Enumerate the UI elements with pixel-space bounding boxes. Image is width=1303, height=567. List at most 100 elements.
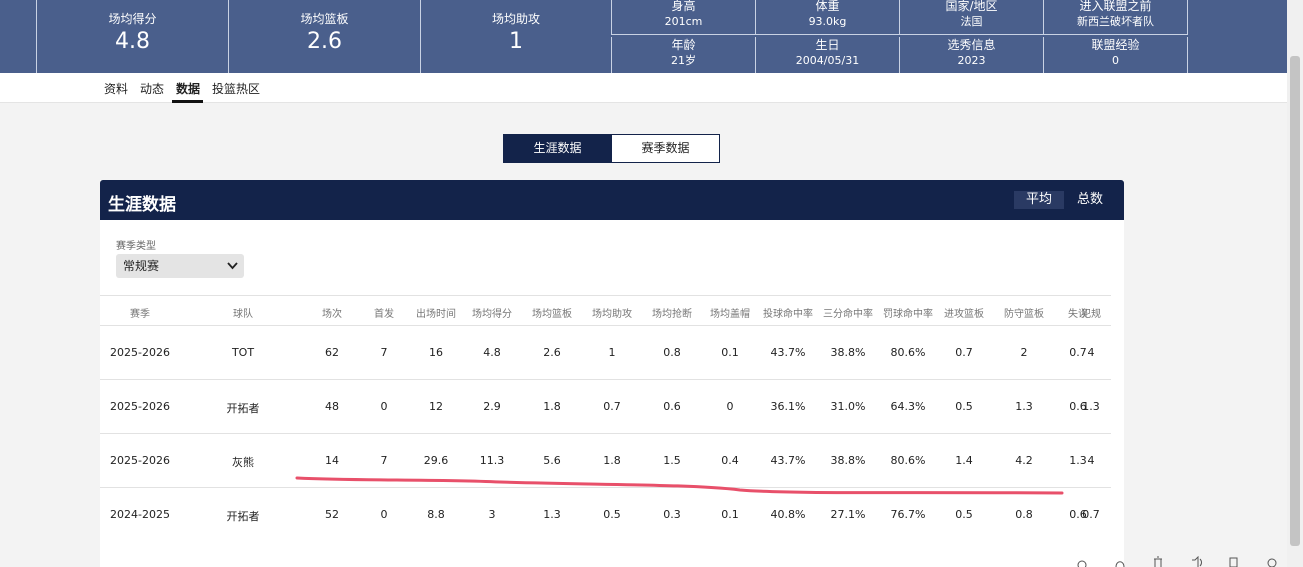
cell-points: 2.9 [483, 400, 501, 413]
cell-games: 52 [325, 508, 339, 521]
info-value: 新西兰破坏者队 [1077, 15, 1154, 28]
read-aloud-icon[interactable] [1190, 555, 1202, 567]
cell-rebounds: 2.6 [543, 346, 561, 359]
season-type-label: 赛季类型 [116, 241, 156, 252]
column-header-assists: 场均助攻 [592, 309, 632, 320]
stat-label: 场均篮板 [300, 12, 349, 26]
stat-label: 场均助攻 [491, 12, 540, 26]
stat-value: 1 [509, 29, 523, 54]
info-value: 0 [1112, 54, 1119, 67]
tab-shot-chart[interactable]: 投篮热区 [212, 80, 260, 97]
cell-starts: 7 [380, 454, 388, 467]
cell-off-reb: 0.5 [955, 400, 973, 413]
stat-value: 4.8 [115, 29, 150, 54]
floating-toolbar [1060, 555, 1287, 567]
info-pre-league: 进入联盟之前 新西兰破坏者队 [1043, 0, 1188, 34]
career-stats-panel: 生涯数据 平均 总数 赛季类型 常规赛 赛季 球队 场次 首发 出场时间 场均得分 场均篮板… [100, 180, 1124, 567]
cell-three-pct: 27.1% [830, 508, 866, 521]
info-age: 年龄 21岁 [611, 37, 755, 73]
panel-header: 生涯数据 平均 总数 [100, 180, 1124, 220]
info-value: 201cm [664, 15, 703, 28]
career-stats-table: 赛季 球队 场次 首发 出场时间 场均得分 场均篮板 场均助攻 场均抢断 场均盖帽 投球命中率 三分命… [100, 295, 1111, 541]
cell-fouls: 1.3 [1082, 400, 1100, 413]
cell-fg-pct: 36.1% [770, 400, 806, 413]
cell-blocks: 0.1 [721, 508, 739, 521]
cell-rebounds: 5.6 [543, 454, 561, 467]
cell-fouls: 0.7 [1082, 508, 1100, 521]
cell-def-reb: 2 [1020, 346, 1028, 359]
cell-team: 开拓者 [226, 402, 260, 415]
favorite-icon[interactable] [1114, 556, 1126, 567]
cell-three-pct: 38.8% [830, 346, 866, 359]
chevron-down-icon [227, 255, 238, 286]
info-value: 93.0kg [808, 15, 847, 28]
cell-season: 2024-2025 [110, 508, 170, 521]
tab-profile[interactable]: 资料 [104, 80, 128, 97]
column-header-fouls: 犯规 [1081, 309, 1101, 320]
column-header-off-reb: 进攻篮板 [944, 309, 984, 320]
table-header-row: 赛季 球队 场次 首发 出场时间 场均得分 场均篮板 场均助攻 场均抢断 场均盖帽 投球命中率 三分命… [100, 295, 1111, 325]
cell-starts: 7 [380, 346, 388, 359]
cell-assists: 0.7 [603, 400, 621, 413]
info-height: 身高 201cm [611, 0, 755, 34]
cell-points: 4.8 [483, 346, 501, 359]
column-header-three-pct: 三分命中率 [823, 309, 873, 320]
info-country: 国家/地区 法国 [899, 0, 1043, 34]
column-header-team: 球队 [233, 309, 253, 320]
tab-news[interactable]: 动态 [140, 80, 164, 97]
stat-rebounds: 场均篮板 2.6 [228, 0, 420, 73]
cell-points: 3 [488, 508, 496, 521]
info-draft: 选秀信息 2023 [899, 37, 1043, 73]
career-stats-toggle[interactable]: 生涯数据 [503, 134, 612, 163]
column-header-ft-pct: 罚球命中率 [883, 309, 933, 320]
table-body: 2025-2026 TOT 62 7 16 4.8 2.6 1 0.8 0.1 43.7% 38.8%… [100, 325, 1111, 541]
table-row: 2024-2025 开拓者 52 0 8.8 3 1.3 0.5 0.3 0.1 40.8% 27.1… [100, 487, 1111, 541]
info-label: 体重 [815, 0, 840, 13]
cell-def-reb: 4.2 [1015, 454, 1033, 467]
column-header-steals: 场均抢断 [652, 309, 692, 320]
column-header-games: 场次 [322, 309, 342, 320]
average-mode-button[interactable]: 平均 [1014, 191, 1064, 209]
info-weight: 体重 93.0kg [755, 0, 899, 34]
cell-turnovers: 1.3 [1069, 454, 1087, 467]
table-row: 2025-2026 灰熊 14 7 29.6 11.3 5.6 1.8 1.5 0.4 43.7% 3… [100, 433, 1111, 487]
info-birthday: 生日 2004/05/31 [755, 37, 899, 73]
cell-season: 2025-2026 [110, 400, 170, 413]
cell-fg-pct: 40.8% [770, 508, 806, 521]
cell-minutes: 8.8 [427, 508, 445, 521]
season-type-select[interactable]: 常规赛 [116, 254, 244, 278]
cell-games: 14 [325, 454, 339, 467]
stat-assists: 场均助攻 1 [420, 0, 611, 73]
column-header-minutes: 出场时间 [416, 309, 456, 320]
cell-ft-pct: 80.6% [890, 454, 926, 467]
cell-starts: 0 [380, 400, 388, 413]
delete-icon[interactable] [1152, 556, 1164, 567]
cell-turnovers: 0.7 [1069, 346, 1087, 359]
info-label: 进入联盟之前 [1079, 0, 1152, 13]
season-stats-toggle[interactable]: 赛季数据 [611, 134, 720, 163]
cell-season: 2025-2026 [110, 454, 170, 467]
cell-games: 62 [325, 346, 339, 359]
stat-points: 场均得分 4.8 [36, 0, 228, 73]
tab-stats[interactable]: 数据 [176, 80, 200, 97]
info-value: 21岁 [671, 54, 696, 67]
cell-fouls: 4 [1087, 346, 1095, 359]
page: 场均得分 4.8 场均篮板 2.6 场均助攻 1 身高 201cm 体重 93.… [0, 0, 1303, 567]
feedback-icon[interactable] [1266, 556, 1278, 567]
cell-blocks: 0.1 [721, 346, 739, 359]
cell-fouls: 4 [1087, 454, 1095, 467]
column-header-starts: 首发 [374, 309, 394, 320]
cell-ft-pct: 80.6% [890, 346, 926, 359]
cell-off-reb: 0.5 [955, 508, 973, 521]
stat-label: 场均得分 [108, 12, 157, 26]
cell-ft-pct: 64.3% [890, 400, 926, 413]
cell-games: 48 [325, 400, 339, 413]
share-icon[interactable] [1076, 556, 1088, 567]
info-label: 身高 [671, 0, 696, 13]
cell-blocks: 0.4 [721, 454, 739, 467]
stat-value: 2.6 [307, 29, 342, 54]
scrollbar-thumb[interactable] [1290, 56, 1300, 546]
total-mode-button[interactable]: 总数 [1070, 191, 1110, 209]
copy-icon[interactable] [1228, 556, 1240, 567]
column-header-blocks: 场均盖帽 [710, 309, 750, 320]
